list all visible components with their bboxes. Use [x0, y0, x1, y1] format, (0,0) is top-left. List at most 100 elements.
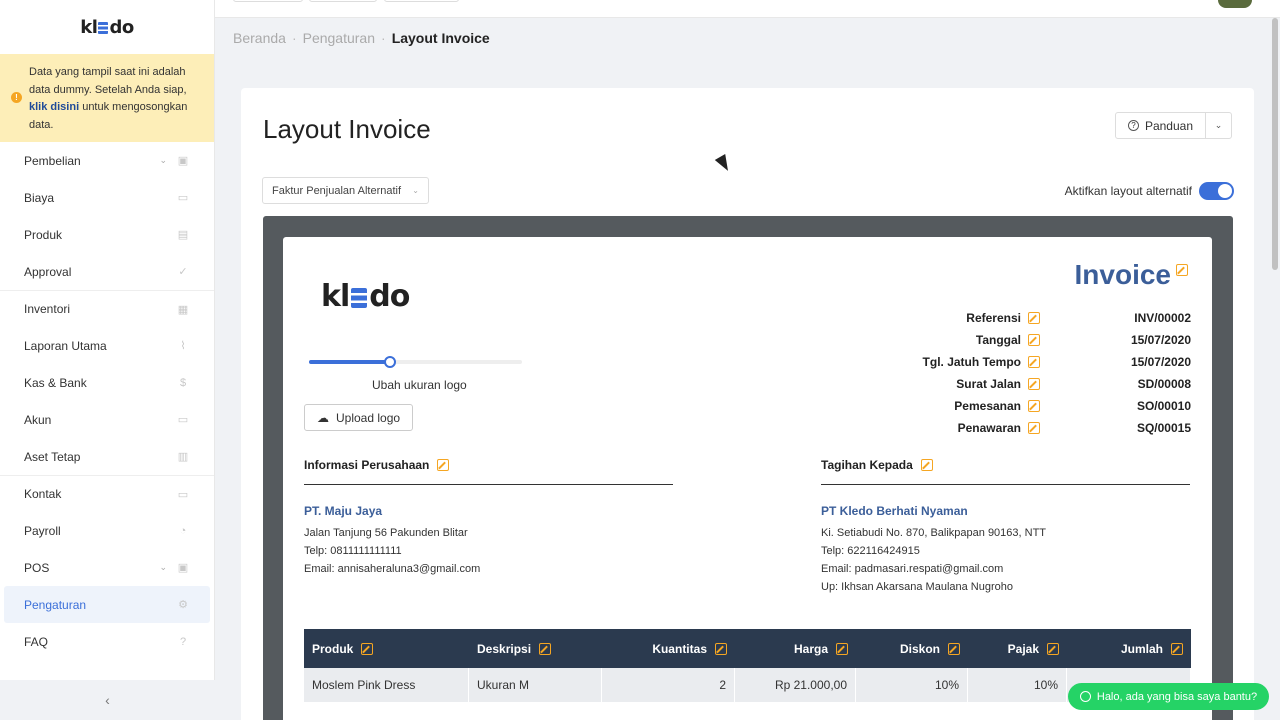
edit-icon[interactable] [920, 459, 933, 471]
sidebar-item-faq[interactable]: FAQ? [0, 623, 214, 660]
avatar[interactable] [1218, 0, 1252, 8]
edit-icon[interactable] [1028, 334, 1040, 346]
sidebar-item-akun[interactable]: Akun ▭ [0, 401, 214, 438]
slider-fill [309, 360, 390, 364]
sidebar-item-label: Laporan Utama [24, 338, 107, 353]
top-button-2[interactable] [309, 0, 377, 2]
company-detail-line: Email: annisaheraluna3@gmail.com [304, 563, 481, 575]
column-header-pajak: Pajak [968, 642, 1067, 656]
breadcrumb-sep: · [381, 30, 386, 46]
sidebar-item-label: Biaya [24, 190, 55, 205]
meta-row: Penawaran SQ/00015 [891, 417, 1191, 439]
slider-handle[interactable] [383, 356, 396, 368]
chevron-down-icon: ⌄ [159, 562, 167, 572]
edit-icon[interactable] [836, 642, 848, 655]
breadcrumb-home[interactable]: Beranda [233, 30, 286, 46]
column-header-label: Jumlah [1120, 641, 1163, 656]
chevron-left-icon: ‹ [105, 692, 110, 708]
sidebar-item-label: Payroll [24, 523, 61, 538]
logo-text-start: kl [80, 16, 98, 38]
edit-icon[interactable] [1028, 312, 1040, 324]
meta-row: Pemesanan SO/00010 [891, 395, 1191, 417]
edit-icon[interactable] [1171, 642, 1183, 655]
app-logo[interactable]: kl do [0, 0, 214, 54]
company-detail-line: Jalan Tanjung 56 Pakunden Blitar [304, 527, 468, 539]
bag-icon: ▣ [177, 155, 189, 167]
whatsapp-chat-button[interactable]: Halo, ada yang bisa saya bantu? [1068, 683, 1269, 710]
top-button-1[interactable] [233, 0, 303, 2]
edit-icon[interactable] [437, 459, 450, 471]
guide-dropdown-button[interactable]: ⌄ [1206, 120, 1231, 131]
column-header-kuantitas: Kuantitas [602, 642, 735, 656]
whatsapp-label: Halo, ada yang bisa saya bantu? [1096, 690, 1258, 703]
edit-icon[interactable] [948, 642, 960, 655]
upload-cloud-icon: ☁ [317, 410, 329, 425]
sidebar-item-label: Kontak [24, 487, 62, 501]
column-header-deskripsi: Deskripsi [469, 642, 602, 656]
company-name: PT. Maju Jaya [304, 504, 383, 518]
sidebar-item-pos[interactable]: POS ⌄ ▣ [0, 549, 214, 586]
meta-row: Tgl. Jatuh Tempo 15/07/2020 [891, 351, 1191, 373]
sidebar-item-produk[interactable]: Produk ▤ [0, 216, 214, 253]
edit-icon[interactable] [1028, 400, 1040, 412]
upload-logo-button[interactable]: ☁ Upload logo [304, 404, 414, 431]
column-header-label: Produk [312, 641, 354, 656]
scrollbar[interactable] [1272, 18, 1278, 270]
table-header: Produk Deskripsi Kuantitas Harga Diskon Pajak… [304, 629, 1191, 668]
collapse-sidebar-button[interactable]: ‹ [0, 680, 215, 720]
breadcrumb-current: Layout Invoice [391, 30, 490, 46]
sidebar-item-kas-bank[interactable]: Kas & Bank $ [0, 364, 214, 401]
chevron-down-icon: ⌄ [1214, 120, 1223, 130]
building-icon: ▥ [177, 451, 189, 463]
edit-icon[interactable] [539, 642, 552, 655]
topbar [215, 0, 1280, 18]
edit-icon[interactable] [1028, 422, 1040, 434]
logo-size-label: Ubah ukuran logo [372, 378, 467, 392]
invoice-items-table: Produk Deskripsi Kuantitas Harga Diskon Pajak… [304, 629, 1191, 702]
edit-icon[interactable] [361, 642, 374, 655]
meta-row: Tanggal 15/07/2020 [891, 329, 1191, 351]
sidebar-item-kontak[interactable]: Kontak ▭ [0, 475, 214, 512]
notice-text: Data yang tampil saat ini adalah data du… [29, 66, 187, 96]
check-icon: ✓ [178, 266, 188, 278]
invoice-meta: Referensi INV/00002 Tanggal 15/07/2020 Tgl. … [891, 307, 1191, 439]
sidebar-item-label: Akun [24, 412, 52, 427]
sidebar-item-pembelian[interactable]: Pembelian ⌄ ▣ [0, 142, 214, 179]
meta-value: INV/00002 [1134, 311, 1191, 325]
edit-icon[interactable] [1028, 356, 1040, 368]
layout-type-select[interactable]: Faktur Penjualan Alternatif ⌄ [262, 177, 429, 204]
sidebar-item-aset-tetap[interactable]: Aset Tetap ▥ [0, 438, 214, 475]
guide-button[interactable]: ? Panduan [1116, 113, 1206, 138]
warning-icon: ! [11, 92, 22, 103]
sidebar-item-laporan-utama[interactable]: Laporan Utama ⌇ [0, 327, 214, 364]
column-header-produk: Produk [304, 642, 469, 656]
edit-icon[interactable] [1176, 264, 1188, 276]
edit-icon[interactable] [715, 642, 727, 655]
sidebar-item-approval[interactable]: Approval ✓ [0, 253, 214, 290]
company-detail-line: Telp: 0811111111111 [304, 545, 402, 557]
briefcase-icon: ▦ [177, 303, 189, 316]
sidebar-item-label: Produk [24, 227, 63, 242]
billing-detail-line: Ki. Setiabudi No. 870, Balikpapan 90163,… [821, 527, 1047, 539]
logo-size-slider[interactable] [309, 356, 522, 368]
sidebar-item-label: Aset Tetap [24, 449, 81, 464]
edit-icon[interactable] [1028, 378, 1040, 390]
edit-icon[interactable] [1047, 642, 1059, 655]
top-button-3[interactable] [384, 0, 459, 2]
meta-key: Surat Jalan [956, 377, 1021, 391]
sidebar: kl do ! Data yang tampil saat ini adalah … [0, 0, 215, 720]
chevron-down-icon: ⌄ [159, 155, 167, 165]
invoice-paper: kl do Ubah ukuran logo ☁ Upload logo Invoi… [283, 237, 1212, 720]
breadcrumb-settings[interactable]: Pengaturan [303, 30, 375, 46]
company-details: Jalan Tanjung 56 Pakunden Blitar Telp: 08… [304, 524, 673, 578]
sidebar-item-biaya[interactable]: Biaya ▭ [0, 179, 214, 216]
sidebar-item-payroll[interactable]: Payroll ◔ [0, 512, 214, 549]
table-row: Moslem Pink Dress Ukuran M 2 Rp 21.000,00 10… [304, 668, 1191, 702]
table-body: Moslem Pink Dress Ukuran M 2 Rp 21.000,00 10… [304, 668, 1191, 702]
alternative-layout-toggle[interactable] [1199, 182, 1234, 200]
sidebar-menu: Pembelian ⌄ ▣ Biaya ▭ Produk ▤ Approval ✓ Invento… [0, 142, 214, 660]
sidebar-item-pengaturan[interactable]: Pengaturan ⚙ [4, 586, 210, 623]
sidebar-item-inventori[interactable]: Inventori ▦ [0, 290, 214, 327]
clear-data-link[interactable]: klik disini [29, 101, 79, 113]
table-cell: 10% [968, 668, 1067, 702]
